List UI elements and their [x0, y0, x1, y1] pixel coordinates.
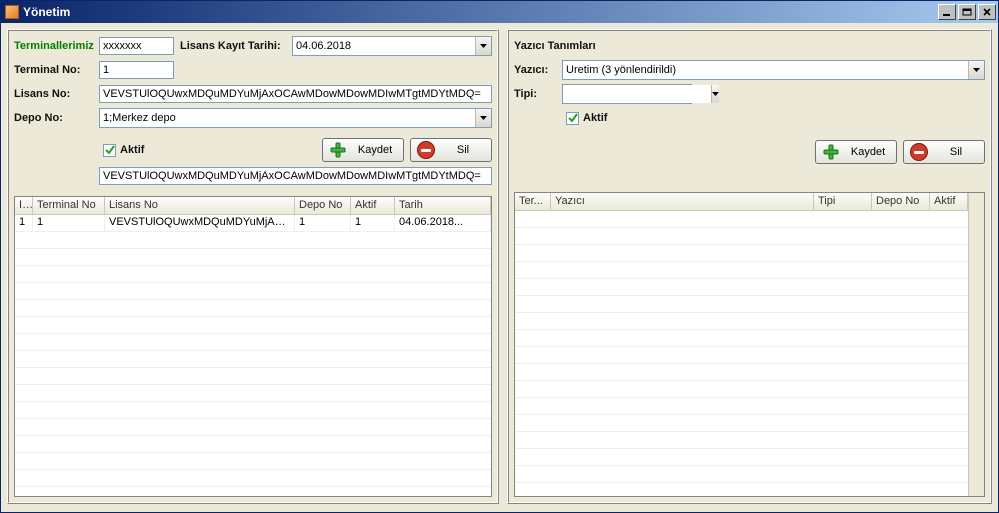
dropdown-icon[interactable] [475, 37, 491, 55]
license-readonly-field [99, 167, 492, 185]
table-header: Ter... Yazıcı Tipi Depo No Aktif [515, 193, 968, 211]
aktif-label: Aktif [583, 112, 607, 124]
delete-button-left[interactable]: Sil [410, 138, 492, 162]
printers-panel: Yazıcı Tanımları Yazıcı: Tipi: [507, 29, 992, 504]
checkbox-icon [103, 144, 116, 157]
col-ter[interactable]: Ter... [515, 193, 551, 210]
scrollbar[interactable] [968, 193, 984, 496]
dropdown-icon[interactable] [968, 61, 984, 79]
save-button-label: Kaydet [846, 146, 890, 158]
cell-id: 1 [15, 215, 33, 231]
delete-button-right[interactable]: Sil [903, 140, 985, 164]
table-row[interactable]: 1 1 VEVSTUlOQUwxMDQuMDYuMjAxO... 1 1 04.… [15, 215, 491, 232]
save-button-left[interactable]: Kaydet [322, 138, 404, 162]
close-button[interactable] [978, 4, 996, 20]
depo-no-label: Depo No: [14, 112, 99, 124]
delete-button-label: Sil [934, 146, 978, 158]
col-depo-no[interactable]: Depo No [295, 197, 351, 214]
app-icon [5, 5, 19, 19]
titlebar[interactable]: Yönetim [1, 1, 998, 23]
plus-icon [822, 143, 840, 161]
minimize-button[interactable] [938, 4, 956, 20]
table-body: 1 1 VEVSTUlOQUwxMDQuMDYuMjAxO... 1 1 04.… [15, 215, 491, 496]
col-id[interactable]: I... [15, 197, 33, 214]
aktif-checkbox-right[interactable]: Aktif [566, 112, 607, 125]
terminals-section-label: Terminallerimiz [14, 40, 99, 52]
minus-icon [417, 141, 435, 159]
window-title: Yönetim [23, 5, 938, 19]
col-yazici[interactable]: Yazıcı [551, 193, 814, 210]
col-tarih[interactable]: Tarih [395, 197, 491, 214]
col-aktif[interactable]: Aktif [930, 193, 968, 210]
yazici-label: Yazıcı: [514, 64, 562, 76]
col-terminal-no[interactable]: Terminal No [33, 197, 105, 214]
dropdown-icon[interactable] [475, 109, 491, 127]
yazici-value[interactable] [563, 61, 968, 79]
cell-lisans-no: VEVSTUlOQUwxMDQuMDYuMjAxO... [105, 215, 295, 231]
plus-icon [329, 141, 347, 159]
save-button-label: Kaydet [353, 144, 397, 156]
depo-no-value[interactable] [100, 109, 475, 127]
col-aktif[interactable]: Aktif [351, 197, 395, 214]
license-no-field[interactable] [99, 85, 492, 103]
tipi-select[interactable] [562, 84, 692, 104]
license-date-label: Lisans Kayıt Tarihi: [180, 40, 292, 52]
terminals-panel: Terminallerimiz Lisans Kayıt Tarihi: Ter… [7, 29, 499, 504]
asterisks-field[interactable] [99, 37, 174, 55]
save-button-right[interactable]: Kaydet [815, 140, 897, 164]
cell-aktif: 1 [351, 215, 395, 231]
cell-terminal-no: 1 [33, 215, 105, 231]
col-tipi[interactable]: Tipi [814, 193, 872, 210]
yazici-select[interactable] [562, 60, 985, 80]
license-date-value[interactable] [293, 37, 475, 55]
dropdown-icon[interactable] [711, 85, 719, 103]
table-body [515, 211, 968, 496]
aktif-checkbox-left[interactable]: Aktif [103, 144, 144, 157]
col-depo-no[interactable]: Depo No [872, 193, 930, 210]
col-lisans-no[interactable]: Lisans No [105, 197, 295, 214]
maximize-button[interactable] [958, 4, 976, 20]
minus-icon [910, 143, 928, 161]
license-date-picker[interactable] [292, 36, 492, 56]
license-no-label: Lisans No: [14, 88, 99, 100]
terminals-table[interactable]: I... Terminal No Lisans No Depo No Aktif… [14, 196, 492, 497]
tipi-value[interactable] [563, 85, 711, 103]
terminal-no-label: Terminal No: [14, 64, 99, 76]
tipi-label: Tipi: [514, 88, 562, 100]
checkbox-icon [566, 112, 579, 125]
delete-button-label: Sil [441, 144, 485, 156]
cell-tarih: 04.06.2018... [395, 215, 491, 231]
depo-no-select[interactable] [99, 108, 492, 128]
aktif-label: Aktif [120, 144, 144, 156]
main-window: Yönetim Terminallerimiz Lisans Kayıt Tar… [0, 0, 999, 513]
printers-table[interactable]: Ter... Yazıcı Tipi Depo No Aktif [514, 192, 985, 497]
cell-depo-no: 1 [295, 215, 351, 231]
terminal-no-field[interactable] [99, 61, 174, 79]
printers-section-label: Yazıcı Tanımları [514, 40, 596, 52]
table-header: I... Terminal No Lisans No Depo No Aktif… [15, 197, 491, 215]
